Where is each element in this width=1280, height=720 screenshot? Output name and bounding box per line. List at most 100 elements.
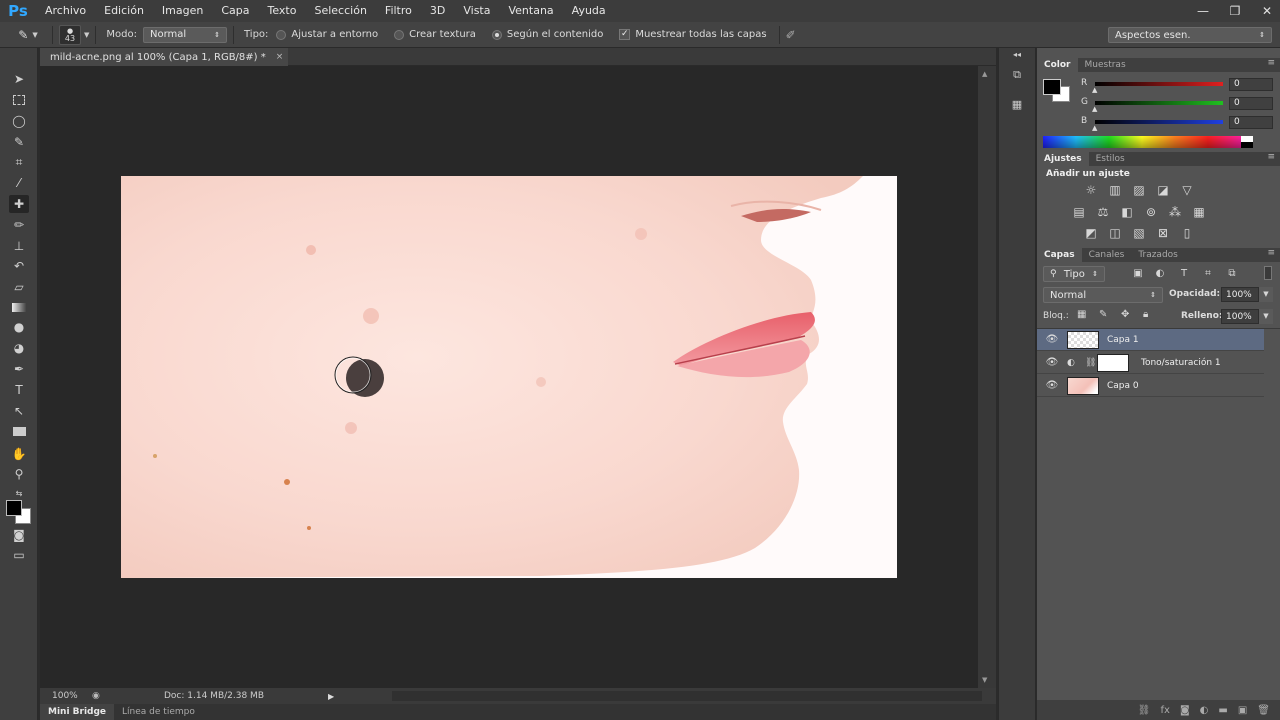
history-brush-tool-icon[interactable]: ↶ [9,257,29,275]
tab-ajustes[interactable]: Ajustes [1037,152,1089,166]
filter-toggle[interactable] [1264,266,1272,280]
layer-style-icon[interactable]: fx [1161,705,1170,716]
layer-name[interactable]: Capa 1 [1107,335,1139,345]
stamp-tool-icon[interactable]: ⊥ [9,237,29,255]
visibility-eye-icon[interactable]: 👁︎ [1037,380,1067,391]
tab-color[interactable]: Color [1037,58,1078,72]
black-white-icon[interactable]: ◧ [1118,204,1136,220]
lock-all-icon[interactable]: 🔒︎ [1143,309,1148,320]
invert-icon[interactable]: ◩ [1082,225,1100,241]
opacity-value[interactable]: 100% [1221,287,1259,302]
panel-menu-icon[interactable]: ≡ [1267,152,1275,162]
menu-archivo[interactable]: Archivo [36,0,95,22]
filter-smart-icon[interactable]: ⧉ [1223,266,1241,282]
hand-tool-icon[interactable]: ✋ [9,445,29,463]
eyedropper-tool-icon[interactable]: ⁄ [9,174,29,192]
radio-crear-textura[interactable] [394,29,405,40]
hue-saturation-icon[interactable]: ▤ [1070,204,1088,220]
color-foreground-swatch[interactable] [1043,79,1061,95]
layer-filter-select[interactable]: ⚲ Tipo ⇕ [1043,266,1105,282]
pen-tool-icon[interactable]: ✒ [9,360,29,378]
gradient-map-icon[interactable]: ▯ [1178,225,1196,241]
photo-filter-icon[interactable]: ⊚ [1142,204,1160,220]
link-icon[interactable]: ⛓︎ [1085,358,1096,368]
restore-button[interactable]: ❐ [1228,4,1242,18]
fill-value[interactable]: 100% [1221,309,1259,324]
tab-capas[interactable]: Capas [1037,248,1082,262]
brightness-icon[interactable]: ☼ [1082,182,1100,198]
delete-layer-icon[interactable]: 🗑︎ [1257,705,1270,716]
slider-b-value[interactable]: 0 [1229,116,1273,129]
slider-g-track[interactable] [1095,101,1223,105]
tab-muestras[interactable]: Muestras [1078,58,1133,72]
blur-tool-icon[interactable]: ● [9,318,29,336]
brush-dropdown-icon[interactable]: ▼ [84,31,89,39]
link-layers-icon[interactable]: ⛓︎ [1138,705,1151,716]
tab-trazados[interactable]: Trazados [1131,248,1185,262]
tab-estilos[interactable]: Estilos [1089,152,1132,166]
menu-capa[interactable]: Capa [212,0,258,22]
new-group-icon[interactable]: ▬ [1218,705,1227,716]
visibility-eye-icon[interactable]: 👁︎ [1037,334,1067,345]
dodge-tool-icon[interactable]: ◕ [9,339,29,357]
tool-preset-picker[interactable]: ✎ ▼ [10,24,46,46]
status-info-icon[interactable]: ◉ [92,691,108,701]
vibrance-icon[interactable]: ▽ [1178,182,1196,198]
brush-size-picker[interactable]: ● 43 [59,24,81,45]
foreground-color-swatch[interactable] [6,500,22,516]
menu-imagen[interactable]: Imagen [153,0,212,22]
status-menu-icon[interactable]: ▶ [328,692,334,701]
menu-seleccion[interactable]: Selección [305,0,375,22]
expand-icon[interactable]: ◂◂ [1007,50,1027,68]
quick-mask-icon[interactable]: ◙ [9,526,29,544]
lock-position-icon[interactable]: ✥ [1121,309,1129,320]
brush-tool-icon[interactable]: ✏ [9,216,29,234]
filter-shape-icon[interactable]: ⌗ [1199,266,1217,282]
radio-ajustar[interactable] [276,29,287,40]
slider-thumb-icon[interactable]: ▲ [1092,86,1097,94]
scroll-down-icon[interactable]: ▼ [982,676,987,684]
properties-panel-icon[interactable]: ▦ [1007,98,1027,116]
opacity-dropdown-icon[interactable]: ▼ [1259,287,1273,302]
menu-filtro[interactable]: Filtro [376,0,421,22]
vertical-scrollbar[interactable]: ▲ ▼ [978,66,996,688]
crop-tool-icon[interactable]: ⌗ [9,153,29,171]
quick-select-tool-icon[interactable]: ✎ [9,133,29,151]
screen-mode-icon[interactable]: ▭ [9,546,29,564]
lock-paint-icon[interactable]: ✎ [1099,309,1107,320]
visibility-eye-icon[interactable]: 👁︎ [1037,357,1067,368]
lasso-tool-icon[interactable]: ◯ [9,112,29,130]
layer-name[interactable]: Tono/saturación 1 [1141,358,1221,368]
slider-thumb-icon[interactable]: ▲ [1092,105,1097,113]
channel-mixer-icon[interactable]: ⁂ [1166,204,1184,220]
color-balance-icon[interactable]: ⚖ [1094,204,1112,220]
type-tool-icon[interactable]: T [9,381,29,399]
new-adjustment-icon[interactable]: ◐ [1200,705,1209,716]
close-button[interactable]: ✕ [1260,4,1274,18]
close-tab-icon[interactable]: × [276,52,284,62]
menu-texto[interactable]: Texto [259,0,306,22]
filter-type-icon[interactable]: T [1175,266,1193,282]
slider-b-track[interactable] [1095,120,1223,124]
history-panel-icon[interactable]: ⧉ [1007,68,1027,86]
posterize-icon[interactable]: ◫ [1106,225,1124,241]
layer-capa-1[interactable]: 👁︎ Capa 1 [1037,329,1264,351]
color-lookup-icon[interactable]: ▦ [1190,204,1208,220]
slider-r-track[interactable] [1095,82,1223,86]
filter-pixel-icon[interactable]: ▣ [1129,266,1147,282]
curves-icon[interactable]: ▨ [1130,182,1148,198]
menu-vista[interactable]: Vista [454,0,499,22]
layer-name[interactable]: Capa 0 [1107,381,1139,391]
levels-icon[interactable]: ▥ [1106,182,1124,198]
layer-capa-0[interactable]: 👁︎ Capa 0 [1037,375,1264,397]
document-tab[interactable]: mild-acne.png al 100% (Capa 1, RGB/8#) *… [40,48,288,66]
tab-canales[interactable]: Canales [1082,248,1132,262]
tab-linea-tiempo[interactable]: Línea de tiempo [114,704,203,720]
menu-ayuda[interactable]: Ayuda [563,0,615,22]
layer-tono-saturacion[interactable]: 👁︎ ◐ ⛓︎ Tono/saturación 1 [1037,352,1264,374]
tab-mini-bridge[interactable]: Mini Bridge [40,704,115,720]
zoom-level[interactable]: 100% [40,691,92,701]
gradient-tool-icon[interactable] [9,298,29,316]
blend-mode-select[interactable]: Normal ⇕ [1043,287,1163,303]
lock-transparency-icon[interactable]: ▦ [1077,309,1086,320]
